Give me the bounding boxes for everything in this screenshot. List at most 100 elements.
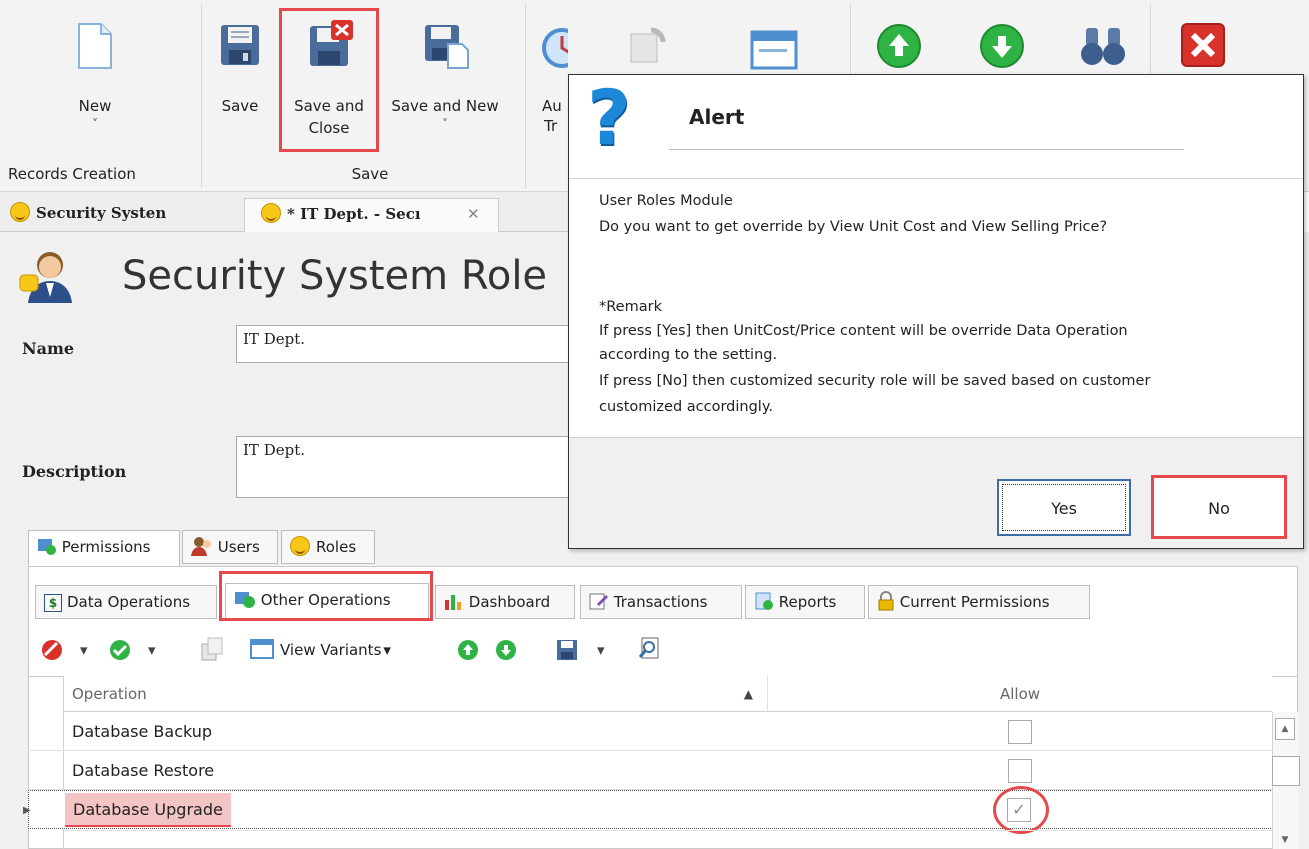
tab-dashboard-label: Dashboard [468,593,551,611]
scroll-up-icon[interactable]: ▲ [1275,718,1295,740]
column-header-allow[interactable]: Allow [768,676,1272,712]
question-icon: ? [587,73,632,162]
view-variants-button[interactable]: View Variants ▾ [250,639,391,661]
save-layout-icon[interactable] [555,638,579,662]
close-icon[interactable] [1180,22,1226,68]
table-row[interactable]: ▶ Database Upgrade ✓ [23,790,1273,829]
report-icon [755,592,773,610]
tab-users[interactable]: Users [182,530,278,564]
scroll-down-icon[interactable]: ▼ [1275,832,1295,849]
dialog-remark-1: If press [Yes] then UnitCost/Price conte… [599,323,1128,339]
save-and-new-button[interactable]: Save and New ˅ [380,18,510,138]
tab-permissions-label: Permissions [61,538,151,556]
copy-icon[interactable] [198,636,224,662]
new-button[interactable]: New ˅ [60,18,130,138]
deny-all-icon[interactable] [40,638,64,662]
tab-reports[interactable]: Reports [745,585,865,619]
tab-transactions[interactable]: Transactions [580,585,742,619]
name-field[interactable]: IT Dept. [236,325,570,363]
dialog-header-divider [569,178,1303,179]
chevron-down-icon: ˅ [92,117,98,131]
chevron-down-icon: ˅ [442,117,448,131]
binoculars-icon[interactable] [1078,24,1128,68]
vertical-scrollbar[interactable]: ▲ ▼ [1272,712,1300,849]
operation-cell: Database Restore [72,761,215,780]
move-up-icon[interactable] [456,638,480,662]
save-and-close-button[interactable]: Save and Close [283,18,375,142]
highlight-checked-circle [993,786,1049,834]
new-document-icon [78,23,112,69]
tab-transactions-label: Transactions [613,593,708,611]
floppy-disk-icon [221,25,259,65]
audit-trail-button[interactable]: Au Tr [534,18,568,138]
deny-dropdown-icon[interactable]: ▾ [80,639,88,661]
tab-data-operations-label: Data Operations [67,593,191,611]
dialog-remark-2: according to the setting. [599,347,778,363]
doc-tab-security-system[interactable]: Security Systen [10,198,210,232]
ribbon-divider [201,4,202,188]
tab-other-operations[interactable]: Other Operations [225,583,429,621]
tab-current-permissions[interactable]: Current Permissions [868,585,1090,619]
ribbon-divider [525,4,526,188]
column-header-operation-label: Operation [72,685,147,703]
new-label: New [78,97,112,115]
tab-dashboard[interactable]: Dashboard [435,585,575,619]
save-new-icon [425,25,469,69]
allow-all-icon[interactable] [108,638,132,662]
permissions-icon [38,539,56,555]
theater-mask-icon [290,536,310,556]
lock-icon [878,591,894,611]
search-document-icon[interactable] [638,636,662,662]
column-header-operation[interactable]: Operation ▲ [64,676,768,712]
allow-checkbox[interactable] [1008,759,1032,783]
save-layout-dropdown-icon[interactable]: ▾ [597,639,605,661]
row-indicator-icon: ▶ [23,805,31,816]
doc-tab-it-dept[interactable]: * IT Dept. - Secı ✕ [244,198,499,232]
tab-current-permissions-label: Current Permissions [899,593,1050,611]
no-button[interactable]: No [1151,475,1287,539]
tab-reports-label: Reports [778,593,837,611]
tab-close-icon[interactable]: ✕ [467,199,480,229]
save-and-new-label: Save and New [391,97,499,115]
save-button[interactable]: Save [212,18,268,138]
save-close-icon [310,20,353,66]
chevron-down-icon: ▾ [383,641,391,659]
alert-dialog: ? Alert User Roles Module Do you want to… [568,74,1304,549]
table-row[interactable]: Database Backup [28,712,1273,751]
users-icon [191,537,211,556]
tab-data-operations[interactable]: $ Data Operations [35,585,217,619]
move-up-icon[interactable] [875,22,923,70]
table-row[interactable]: Database Restore [28,751,1273,790]
dialog-remark-4: customized accordingly. [599,399,773,415]
security-user-icon [19,252,72,303]
dialog-line-1: User Roles Module [599,193,733,209]
move-down-icon[interactable] [494,638,518,662]
sort-ascending-icon: ▲ [743,687,753,701]
tab-permissions[interactable]: Permissions [28,530,180,566]
move-down-icon[interactable] [978,22,1026,70]
dialog-line-2: Do you want to get override by View Unit… [599,219,1108,235]
permissions-icon [235,592,255,608]
yes-button[interactable]: Yes [997,479,1131,536]
operation-cell: Database Upgrade [65,793,231,827]
scroll-thumb[interactable] [1272,756,1300,786]
document-tab-strip: Security Systen * IT Dept. - Secı ✕ [0,192,570,232]
tab-roles[interactable]: Roles [281,530,375,564]
view-variants-icon [250,639,274,659]
doc-tab-label: Security Systen [36,204,167,222]
name-label: Name [22,339,75,358]
doc-tab-label: * IT Dept. - Secı [287,205,421,223]
group-label-save: Save [351,165,389,183]
allow-checkbox[interactable] [1008,720,1032,744]
theater-mask-icon [261,203,281,223]
window-form-icon [750,30,798,70]
dollar-icon: $ [44,594,62,612]
column-header-allow-label: Allow [999,685,1041,703]
audit-label-1: Au [542,97,562,115]
tab-roles-label: Roles [316,538,357,556]
allow-dropdown-icon[interactable]: ▾ [148,639,156,661]
bar-chart-icon [445,595,461,610]
description-field[interactable]: IT Dept. [236,436,570,498]
view-variants-label: View Variants [280,641,382,659]
table-row-partial [64,830,1272,849]
